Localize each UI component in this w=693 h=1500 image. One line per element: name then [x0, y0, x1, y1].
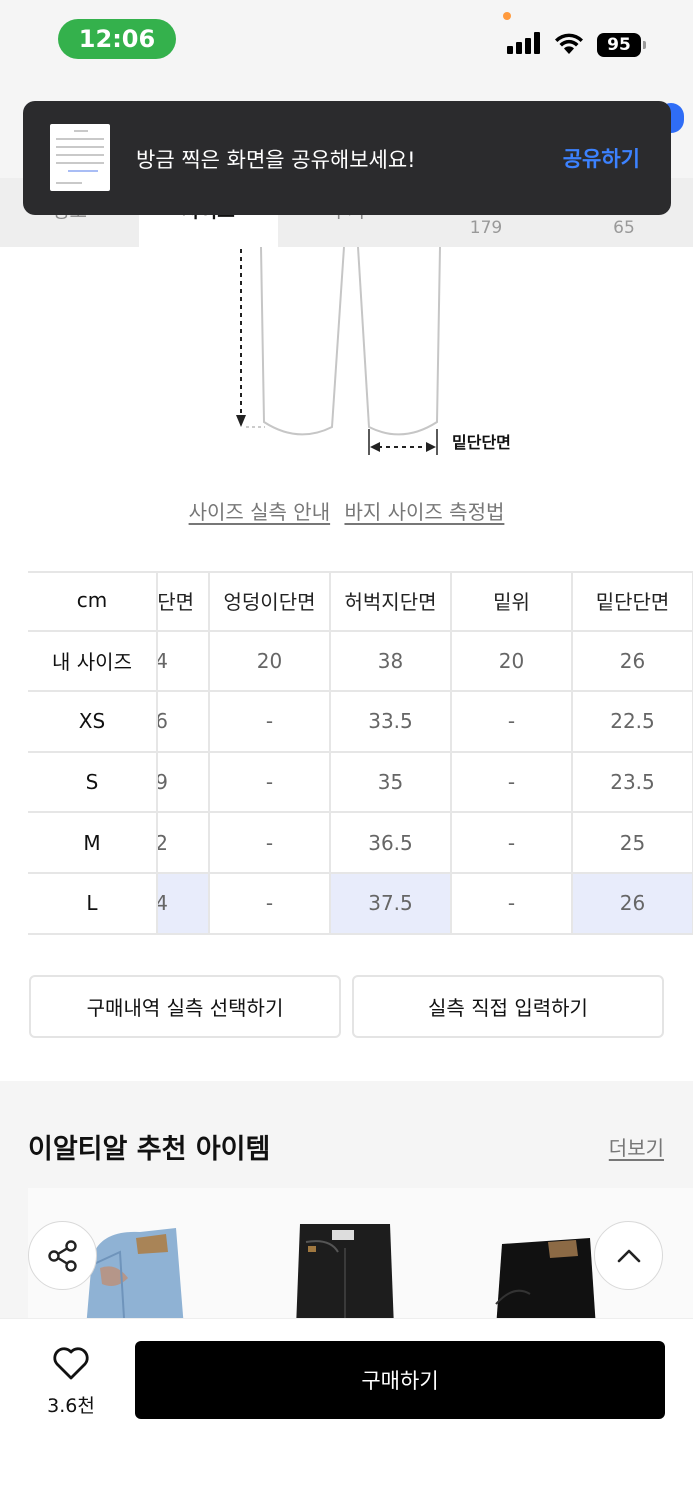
table-cell: - — [452, 752, 573, 814]
table-cell: - — [210, 813, 331, 874]
toast-message: 방금 찍은 화면을 공유해보세요! — [136, 148, 416, 172]
table-cell: 23.5 — [573, 752, 693, 814]
table-cell: 33.5 — [331, 692, 452, 753]
status-bar: 12:06 95 — [0, 0, 693, 88]
bottom-action-bar: 3.6천 구매하기 — [0, 1318, 693, 1500]
table-cell: - — [210, 874, 331, 935]
col-header-rise: 밑위 — [452, 571, 573, 632]
share-fab[interactable] — [28, 1221, 97, 1290]
battery-tip — [643, 41, 646, 49]
product-image-black-denim[interactable] — [290, 1218, 400, 1328]
pants-measure-guide-link[interactable]: 바지 사이즈 측정법 — [344, 500, 504, 524]
table-cell: - — [452, 692, 573, 753]
hem-width-label: 밑단단면 — [452, 433, 511, 452]
table-cell: 26 — [573, 631, 693, 693]
more-link[interactable]: 더보기 — [609, 1132, 664, 1161]
purchase-history-size-button[interactable]: 구매내역 실측 선택하기 — [29, 975, 341, 1038]
recommendation-title: 이알티알 추천 아이템 — [28, 1134, 271, 1165]
size-measure-guide-link[interactable]: 사이즈 실측 안내 — [189, 500, 331, 524]
screenshot-share-toast: 방금 찍은 화면을 공유해보세요! 공유하기 — [23, 101, 671, 215]
cellular-signal-icon — [507, 32, 540, 54]
table-cell: 38 — [331, 631, 452, 693]
col-header-hip: 엉덩이단면 — [210, 571, 331, 632]
table-cell-highlight: 37.5 — [331, 874, 452, 935]
table-cell: - — [210, 752, 331, 814]
table-cell: - — [210, 692, 331, 753]
recording-dot — [503, 12, 511, 20]
table-corner-cell: cm — [28, 571, 158, 632]
table-cell: - — [452, 874, 573, 935]
share-icon — [47, 1239, 77, 1272]
pants-illustration — [236, 247, 441, 455]
status-time: 12:06 — [58, 19, 176, 59]
tab-5-count: 65 — [613, 218, 635, 238]
screenshot-thumbnail[interactable] — [50, 124, 110, 191]
battery-indicator: 95 — [597, 33, 641, 57]
like-button[interactable]: 3.6천 — [36, 1343, 106, 1423]
row-label-s: S — [28, 752, 158, 814]
table-cell: 35 — [331, 752, 452, 814]
table-cell: - — [452, 813, 573, 874]
share-button[interactable]: 공유하기 — [563, 143, 640, 173]
size-table[interactable]: cm 내 사이즈 XS S M L 단면 엉덩이단면 허벅지단면 밑위 밑단단면… — [28, 571, 693, 935]
chevron-up-icon — [617, 1249, 640, 1262]
size-guide-links: 사이즈 실측 안내 바지 사이즈 측정법 — [0, 496, 693, 525]
pants-size-diagram: 밑단단면 — [0, 247, 693, 477]
col-header-hem: 밑단단면 — [573, 571, 693, 632]
table-cell: 36.5 — [331, 813, 452, 874]
buy-button[interactable]: 구매하기 — [135, 1341, 665, 1419]
like-count: 3.6천 — [47, 1395, 95, 1417]
table-cell: 20 — [210, 631, 331, 693]
manual-size-input-button[interactable]: 실측 직접 입력하기 — [352, 975, 664, 1038]
product-image-black-shorts[interactable] — [490, 1234, 600, 1328]
table-cell: 25 — [573, 813, 693, 874]
scroll-top-button[interactable] — [594, 1221, 663, 1290]
tab-4-count: 179 — [469, 218, 503, 238]
table-cell: 20 — [452, 631, 573, 693]
heart-icon — [53, 1347, 89, 1380]
table-top-border — [28, 571, 693, 573]
row-label-xs: XS — [28, 692, 158, 753]
row-label-m: M — [28, 813, 158, 874]
row-label-l: L — [28, 874, 158, 935]
table-cell-highlight: 26 — [573, 874, 693, 935]
table-cell: 22.5 — [573, 692, 693, 753]
product-image-light-denim[interactable] — [80, 1218, 190, 1328]
row-label-my-size: 내 사이즈 — [28, 631, 158, 693]
col-header-thigh: 허벅지단면 — [331, 571, 452, 632]
wifi-icon — [555, 33, 583, 54]
